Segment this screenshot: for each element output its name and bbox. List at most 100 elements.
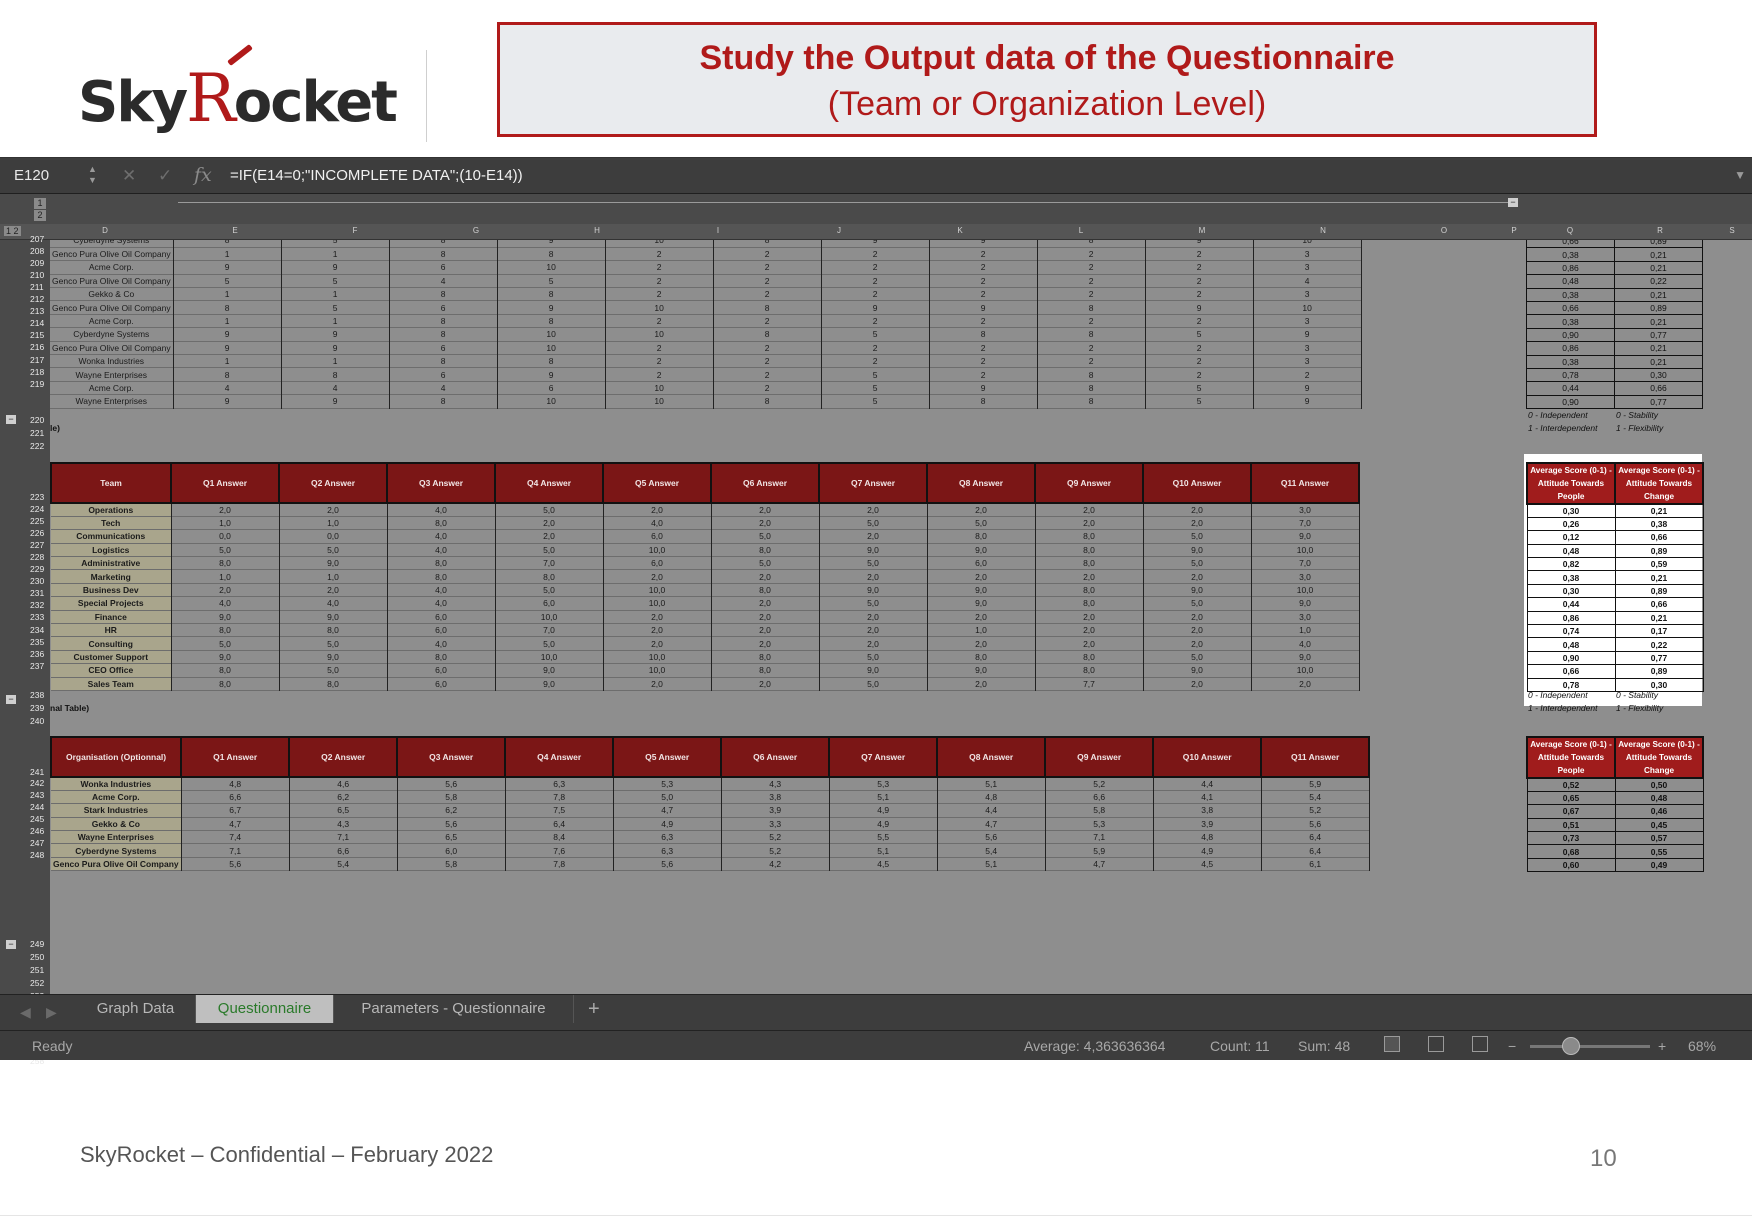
answer-cell[interactable]: 2,0 <box>1035 503 1144 517</box>
answer-cell[interactable]: 4,0 <box>387 636 496 651</box>
score-cell[interactable]: 0,38 <box>1526 247 1615 262</box>
answer-cell[interactable]: 2 <box>821 287 930 301</box>
answer-cell[interactable]: 5,4 <box>289 857 398 871</box>
answer-cell[interactable]: 2 <box>929 314 1038 328</box>
score-cell[interactable]: 0,38 <box>1526 570 1616 585</box>
answer-cell[interactable]: 2,0 <box>711 503 820 517</box>
score-cell[interactable]: 0,90 <box>1526 394 1615 410</box>
row-header[interactable]: 227 <box>30 540 50 550</box>
company-cell[interactable]: Genco Pura Olive Oil Company <box>50 341 174 355</box>
answer-cell[interactable]: 2,0 <box>1035 569 1144 584</box>
row-header[interactable]: 220 <box>30 415 50 425</box>
answer-cell[interactable]: 10 <box>497 394 606 409</box>
answer-cell[interactable]: 5 <box>821 394 930 409</box>
answer-cell[interactable]: 5 <box>821 367 930 382</box>
answer-cell[interactable]: 8 <box>713 327 822 342</box>
answer-cell[interactable]: 5,0 <box>1143 596 1252 611</box>
answer-cell[interactable]: 2,0 <box>711 569 820 584</box>
answer-cell[interactable]: 4,0 <box>387 543 496 557</box>
row-header[interactable]: 212 <box>30 294 50 304</box>
row-header[interactable]: 210 <box>30 270 50 280</box>
answer-cell[interactable]: 4,5 <box>829 857 938 871</box>
answer-cell[interactable]: 5,0 <box>819 596 928 611</box>
answer-cell[interactable]: 2 <box>713 354 822 368</box>
answer-cell[interactable]: 4,9 <box>1153 843 1262 858</box>
answer-cell[interactable]: 9 <box>173 394 282 409</box>
answer-cell[interactable]: 6,3 <box>505 777 614 791</box>
row-header[interactable]: 240 <box>30 716 50 726</box>
group-name-cell[interactable]: Logistics <box>51 543 172 557</box>
answer-cell[interactable]: 5,0 <box>279 543 388 557</box>
answer-cell[interactable]: 3 <box>1253 287 1362 301</box>
score-cell[interactable]: 0,89 <box>1614 240 1703 249</box>
answer-cell[interactable]: 6 <box>389 367 498 382</box>
column-header-r[interactable]: R <box>1650 226 1670 235</box>
score-cell[interactable]: 0,46 <box>1614 804 1704 819</box>
group-name-cell[interactable]: Business Dev <box>51 583 172 597</box>
answer-cell[interactable]: 5,0 <box>711 556 820 570</box>
answer-cell[interactable]: 5,2 <box>721 830 830 844</box>
answer-cell[interactable]: 2,0 <box>495 516 604 530</box>
row-header[interactable]: 209 <box>30 258 50 268</box>
row-header[interactable]: 245 <box>30 814 50 824</box>
formula-input[interactable]: =IF(E14=0;"INCOMPLETE DATA";(10-E14)) <box>230 167 523 184</box>
answer-cell[interactable]: 4,5 <box>1153 857 1262 871</box>
answer-cell[interactable]: 3,3 <box>721 817 830 831</box>
row-header[interactable]: 229 <box>30 564 50 574</box>
answer-cell[interactable]: 2 <box>1145 274 1254 288</box>
group-name-cell[interactable]: Marketing <box>51 569 172 584</box>
answer-cell[interactable]: 2,0 <box>711 596 820 611</box>
answer-cell[interactable]: 2,0 <box>1143 636 1252 651</box>
answer-cell[interactable]: 8 <box>929 327 1038 342</box>
score-cell[interactable]: 0,44 <box>1526 597 1616 612</box>
row-header[interactable]: 228 <box>30 552 50 562</box>
row-header[interactable]: 248 <box>30 850 50 860</box>
tab-graph-data[interactable]: Graph Data <box>76 995 196 1023</box>
row-header[interactable]: 241 <box>30 767 50 777</box>
answer-cell[interactable]: 2 <box>605 247 714 261</box>
answer-cell[interactable]: 2 <box>929 274 1038 288</box>
answer-cell[interactable]: 8,0 <box>279 623 388 637</box>
answer-cell[interactable]: 5,0 <box>819 650 928 664</box>
answer-cell[interactable]: 1 <box>173 287 282 301</box>
answer-cell[interactable]: 9 <box>173 327 282 342</box>
answer-cell[interactable]: 7,0 <box>495 556 604 570</box>
answer-cell[interactable]: 2,0 <box>711 636 820 651</box>
answer-cell[interactable]: 9,0 <box>1251 650 1360 664</box>
score-cell[interactable]: 0,48 <box>1526 637 1616 652</box>
answer-cell[interactable]: 2,0 <box>819 623 928 637</box>
answer-cell[interactable]: 9 <box>497 300 606 315</box>
answer-cell[interactable]: 5 <box>281 240 390 248</box>
answer-cell[interactable]: 2 <box>1145 354 1254 368</box>
answer-cell[interactable]: 2,0 <box>1143 623 1252 637</box>
row-header[interactable]: 223 <box>30 492 50 502</box>
answer-cell[interactable]: 5,2 <box>721 843 830 858</box>
score-cell[interactable]: 0,89 <box>1614 583 1704 599</box>
answer-cell[interactable]: 5,2 <box>1045 777 1154 791</box>
answer-cell[interactable]: 5 <box>1145 394 1254 409</box>
score-cell[interactable]: 0,57 <box>1614 831 1704 846</box>
score-cell[interactable]: 0,66 <box>1614 530 1704 545</box>
answer-cell[interactable]: 5,8 <box>397 857 506 871</box>
answer-cell[interactable]: 5 <box>1145 381 1254 395</box>
answer-cell[interactable]: 2,0 <box>495 529 604 544</box>
answer-cell[interactable]: 2,0 <box>603 623 712 637</box>
answer-cell[interactable]: 5 <box>497 274 606 288</box>
answer-cell[interactable]: 1 <box>173 247 282 261</box>
row-header[interactable]: 217 <box>30 355 50 365</box>
answer-cell[interactable]: 4,1 <box>1153 790 1262 804</box>
answer-cell[interactable]: 9,0 <box>279 650 388 664</box>
group-name-cell[interactable]: Genco Pura Olive Oil Company <box>51 857 182 871</box>
answer-cell[interactable]: 9,0 <box>927 583 1036 597</box>
cancel-icon[interactable]: ✕ <box>122 166 136 186</box>
answer-cell[interactable]: 0,0 <box>171 529 280 544</box>
answer-cell[interactable]: 5,9 <box>1261 777 1370 791</box>
answer-cell[interactable]: 10,0 <box>1251 583 1360 597</box>
answer-cell[interactable]: 3 <box>1253 354 1362 368</box>
answer-cell[interactable]: 10,0 <box>603 543 712 557</box>
answer-cell[interactable]: 8,0 <box>711 583 820 597</box>
answer-cell[interactable]: 8 <box>389 314 498 328</box>
answer-cell[interactable]: 5,4 <box>937 843 1046 858</box>
answer-cell[interactable]: 6 <box>389 260 498 275</box>
answer-cell[interactable]: 2 <box>929 247 1038 261</box>
